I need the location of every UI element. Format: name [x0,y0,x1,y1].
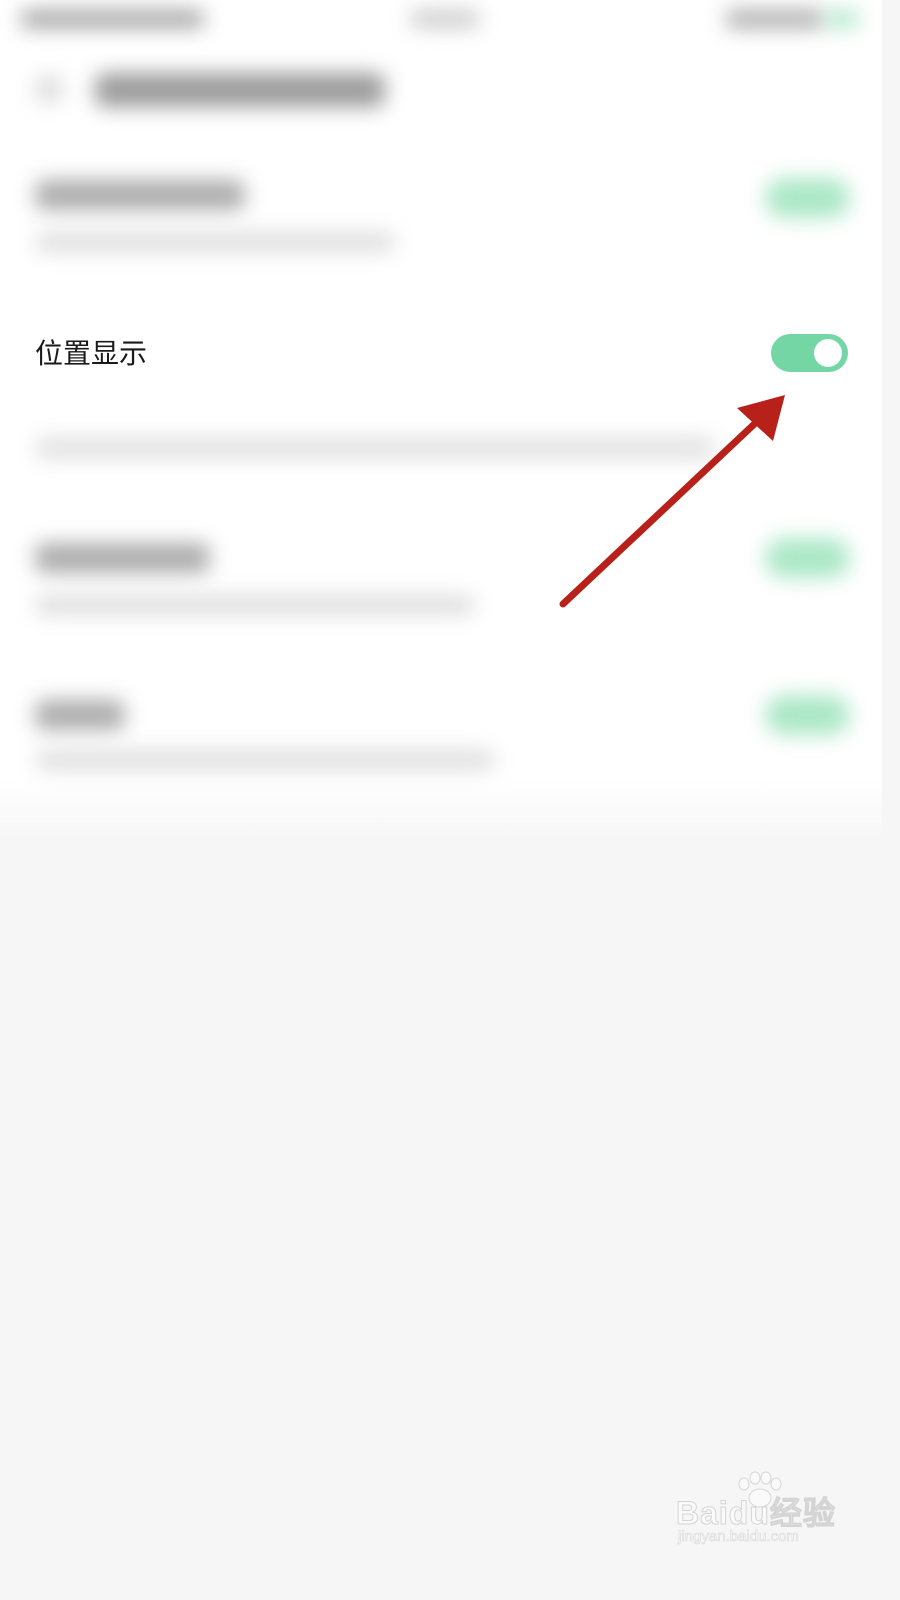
setting-title-blurred [35,543,210,573]
back-arrow-icon[interactable] [35,75,63,103]
battery-icon [825,10,860,28]
baidu-watermark: Baidu经验 jingyan.baidu.com [672,1470,852,1550]
status-bar-left-blurred [20,10,205,28]
status-bar [0,0,882,45]
setting-title-blurred [35,700,125,730]
location-display-label: 位置显示 [35,337,148,370]
setting-desc-blurred [35,750,495,770]
status-bar-center-blurred [410,10,480,28]
status-bar-right-blurred [725,10,825,28]
annotation-arrow-icon [559,395,785,608]
location-display-toggle[interactable] [771,334,848,372]
toggle-knob [814,339,842,367]
page-title-blurred [95,73,385,107]
nav-bar [0,45,882,135]
toggle-blurred[interactable] [765,695,850,735]
toggle-blurred[interactable] [765,178,850,218]
setting-desc-blurred [35,595,475,615]
setting-desc-blurred [35,232,395,252]
settings-screen: 位置显示 Baidu经验 jingyan.baidu.com [0,0,882,1568]
setting-title-blurred [35,180,245,210]
panel-fade [0,780,882,840]
watermark-url: jingyan.baidu.com [678,1528,800,1546]
